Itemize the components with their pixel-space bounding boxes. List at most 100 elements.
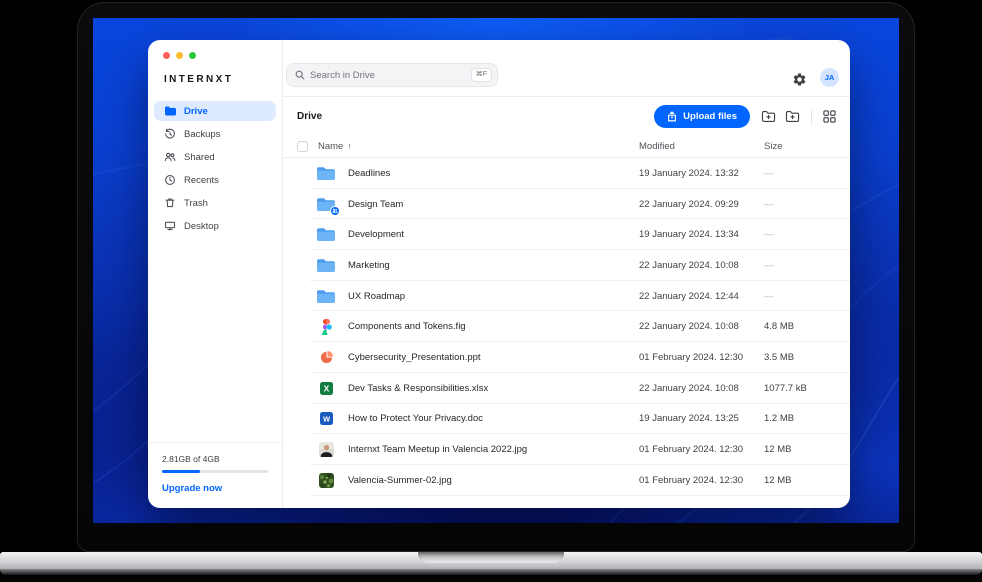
folder-icon xyxy=(316,258,336,273)
file-name: UX Roadmap xyxy=(348,291,639,302)
table-row[interactable]: Components and Tokens.fig 22 January 202… xyxy=(283,311,850,342)
sidebar-item-backups[interactable]: Backups xyxy=(154,124,276,144)
file-modified: 19 January 2024. 13:25 xyxy=(639,413,764,424)
storage-progress-fill xyxy=(162,470,200,473)
file-modified: 01 February 2024. 12:30 xyxy=(639,475,764,486)
sidebar-item-shared[interactable]: Shared xyxy=(154,147,276,167)
folder-icon xyxy=(316,227,336,242)
laptop-base-notch xyxy=(418,552,564,563)
search-input[interactable] xyxy=(310,70,466,81)
file-size: — xyxy=(764,291,834,302)
table-row[interactable]: Valencia-Summer-02.jpg 01 February 2024.… xyxy=(283,465,850,496)
sidebar-item-label: Recents xyxy=(184,175,219,186)
file-name: How to Protect Your Privacy.doc xyxy=(348,413,639,424)
sidebar-item-label: Desktop xyxy=(184,221,219,232)
file-size: — xyxy=(764,199,834,210)
file-size: 1077.7 kB xyxy=(764,383,834,394)
storage-progress-track xyxy=(162,470,268,473)
sidebar-item-trash[interactable]: Trash xyxy=(154,193,276,213)
file-name: Components and Tokens.fig xyxy=(348,321,639,332)
drive-toolbar: Drive Upload files xyxy=(283,97,850,135)
upload-icon xyxy=(667,111,677,122)
folder-icon xyxy=(316,166,336,181)
file-name: Dev Tasks & Responsibilities.xlsx xyxy=(348,383,639,394)
window-controls xyxy=(148,40,282,59)
sidebar: INTERNXT Drive Backups Shared Recents Tr… xyxy=(148,40,283,508)
settings-button[interactable] xyxy=(792,72,807,87)
minimize-window-button[interactable] xyxy=(176,52,183,59)
column-header-modified[interactable]: Modified xyxy=(639,141,764,152)
backups-icon xyxy=(164,128,176,140)
sidebar-item-drive[interactable]: Drive xyxy=(154,101,276,121)
file-size: 12 MB xyxy=(764,475,834,486)
file-modified: 01 February 2024. 12:30 xyxy=(639,444,764,455)
file-name: Valencia-Summer-02.jpg xyxy=(348,475,639,486)
zoom-window-button[interactable] xyxy=(189,52,196,59)
shared-folder-badge xyxy=(330,206,340,216)
upload-folder-icon xyxy=(761,110,776,123)
table-row[interactable]: Deadlines 19 January 2024. 13:32 — xyxy=(283,158,850,189)
file-name: Internxt Team Meetup in Valencia 2022.jp… xyxy=(348,444,639,455)
photo-person-icon xyxy=(316,442,336,457)
file-modified: 01 February 2024. 12:30 xyxy=(639,352,764,363)
search-shortcut-badge: ⌘F xyxy=(471,68,492,81)
breadcrumb: Drive xyxy=(297,111,322,122)
laptop-base-edge xyxy=(0,569,982,575)
table-row[interactable]: W How to Protect Your Privacy.doc 19 Jan… xyxy=(283,404,850,435)
file-name: Marketing xyxy=(348,260,639,271)
table-row[interactable]: Cybersecurity_Presentation.ppt 01 Februa… xyxy=(283,342,850,373)
column-header-name[interactable]: Name ↑ xyxy=(318,141,639,152)
table-row[interactable]: X Dev Tasks & Responsibilities.xlsx 22 J… xyxy=(283,373,850,404)
storage-usage-text: 2.81GB of 4GB xyxy=(162,454,268,464)
app-window: INTERNXT Drive Backups Shared Recents Tr… xyxy=(148,40,850,508)
select-all-checkbox[interactable] xyxy=(297,141,308,152)
file-size: 1.2 MB xyxy=(764,413,834,424)
svg-text:W: W xyxy=(322,415,330,424)
sidebar-item-recents[interactable]: Recents xyxy=(154,170,276,190)
file-name: Design Team xyxy=(348,199,639,210)
file-size: — xyxy=(764,260,834,271)
table-row[interactable]: Marketing 22 January 2024. 10:08 — xyxy=(283,250,850,281)
sidebar-item-desktop[interactable]: Desktop xyxy=(154,216,276,236)
shared-icon xyxy=(164,151,176,163)
sidebar-item-label: Trash xyxy=(184,198,208,209)
upload-files-label: Upload files xyxy=(683,111,737,122)
file-size: 12 MB xyxy=(764,444,834,455)
avatar[interactable]: JA xyxy=(820,68,839,87)
upgrade-link[interactable]: Upgrade now xyxy=(162,483,268,494)
upload-folder-button[interactable] xyxy=(761,110,776,123)
file-modified: 19 January 2024. 13:34 xyxy=(639,229,764,240)
file-size: 3.5 MB xyxy=(764,352,834,363)
table-row[interactable]: Development 19 January 2024. 13:34 — xyxy=(283,219,850,250)
trash-icon xyxy=(164,197,176,209)
column-header-size[interactable]: Size xyxy=(764,141,834,152)
file-modified: 22 January 2024. 09:29 xyxy=(639,199,764,210)
word-icon: W xyxy=(316,412,336,425)
storage-section: 2.81GB of 4GB Upgrade now xyxy=(148,442,282,508)
internxt-logo: INTERNXT xyxy=(164,74,282,85)
table-row[interactable]: Design Team 22 January 2024. 09:29 — xyxy=(283,189,850,220)
grid-view-button[interactable] xyxy=(823,110,836,123)
sort-ascending-icon: ↑ xyxy=(347,141,351,151)
figma-icon xyxy=(316,319,336,335)
table-row[interactable]: Internxt Team Meetup in Valencia 2022.jp… xyxy=(283,434,850,465)
svg-text:X: X xyxy=(323,383,329,393)
topbar: ⌘F JA xyxy=(283,40,850,97)
file-size: — xyxy=(764,168,834,179)
create-folder-button[interactable] xyxy=(785,110,800,123)
desktop-icon xyxy=(164,220,176,232)
table-header: Name ↑ Modified Size xyxy=(283,135,850,158)
file-size: — xyxy=(764,229,834,240)
main-panel: ⌘F JA Drive xyxy=(283,40,850,508)
sidebar-item-label: Drive xyxy=(184,106,208,117)
create-folder-icon xyxy=(785,110,800,123)
sidebar-item-label: Shared xyxy=(184,152,215,163)
table-row[interactable]: UX Roadmap 22 January 2024. 12:44 — xyxy=(283,281,850,312)
file-modified: 19 January 2024. 13:32 xyxy=(639,168,764,179)
powerpoint-icon xyxy=(316,351,336,364)
close-window-button[interactable] xyxy=(163,52,170,59)
gear-icon xyxy=(792,72,807,87)
recents-icon xyxy=(164,174,176,186)
upload-files-button[interactable]: Upload files xyxy=(654,105,750,128)
laptop-mockup: INTERNXT Drive Backups Shared Recents Tr… xyxy=(0,0,982,582)
